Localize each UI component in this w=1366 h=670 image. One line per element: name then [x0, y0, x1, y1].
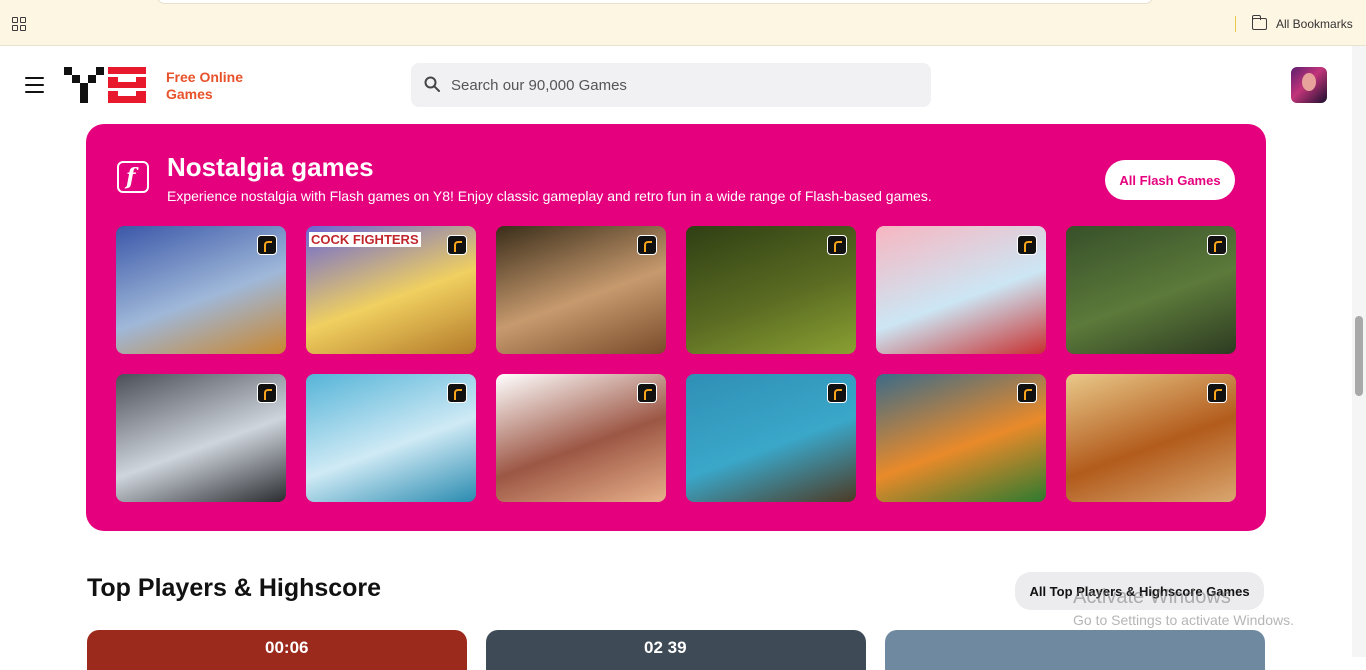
section-title: Nostalgia games — [167, 152, 374, 182]
game-thumbnail[interactable] — [686, 374, 856, 502]
search-input[interactable] — [451, 63, 911, 107]
user-avatar[interactable] — [1291, 67, 1327, 103]
flash-badge-icon — [447, 235, 467, 255]
apps-grid-icon[interactable] — [12, 17, 26, 31]
page-scrollbar[interactable] — [1352, 46, 1366, 657]
game-thumbnail[interactable] — [116, 226, 286, 354]
flash-badge-icon — [1017, 383, 1037, 403]
logo-tagline-line2: Games — [166, 86, 213, 102]
y8-logo[interactable] — [64, 67, 148, 103]
section-description: Experience nostalgia with Flash games on… — [167, 188, 932, 204]
all-top-players-button[interactable]: All Top Players & Highscore Games — [1015, 572, 1264, 610]
game-thumbnail[interactable] — [686, 226, 856, 354]
search-icon — [424, 76, 440, 92]
watermark-line2: Go to Settings to activate Windows. — [1073, 612, 1294, 628]
nostalgia-section: f Nostalgia games Experience nostalgia w… — [86, 124, 1266, 531]
highscore-game-card[interactable]: 02 39 — [486, 630, 866, 670]
flash-badge-icon — [257, 383, 277, 403]
menu-icon[interactable] — [25, 77, 44, 93]
flash-badge-icon — [1207, 383, 1227, 403]
flash-badge-icon — [637, 235, 657, 255]
site-header: Free Online Games — [0, 46, 1352, 124]
all-bookmarks-link[interactable]: All Bookmarks — [1276, 17, 1353, 31]
game-thumbnail[interactable] — [306, 374, 476, 502]
top-players-title: Top Players & Highscore — [87, 574, 382, 602]
game-thumbnail[interactable] — [496, 374, 666, 502]
all-flash-games-button[interactable]: All Flash Games — [1105, 160, 1235, 200]
scrollbar-thumb[interactable] — [1355, 316, 1363, 396]
flash-badge-icon — [827, 235, 847, 255]
address-bar-edge[interactable] — [156, 0, 1154, 4]
logo-tagline[interactable]: Free Online Games — [166, 69, 243, 103]
game-thumbnail[interactable]: COCK FIGHTERS — [306, 226, 476, 354]
highscore-card-text: 02 39 — [644, 638, 687, 657]
flash-badge-icon — [447, 383, 467, 403]
highscore-game-card[interactable] — [885, 630, 1265, 670]
bookmarks-divider — [1235, 16, 1236, 32]
game-thumbnail[interactable] — [116, 374, 286, 502]
game-thumbnail[interactable] — [876, 226, 1046, 354]
flash-badge-icon — [257, 235, 277, 255]
search-box[interactable] — [411, 63, 931, 107]
thumbnail-caption: COCK FIGHTERS — [309, 232, 421, 247]
folder-icon[interactable] — [1251, 15, 1267, 30]
bookmarks-bar: All Bookmarks — [0, 0, 1366, 46]
flash-badge-icon — [827, 383, 847, 403]
game-thumbnail[interactable] — [876, 374, 1046, 502]
highscore-card-text: 00:06 — [265, 638, 309, 657]
game-thumbnail[interactable] — [496, 226, 666, 354]
logo-tagline-line1: Free Online — [166, 69, 244, 85]
flash-icon: f — [117, 161, 149, 193]
game-thumbnail[interactable] — [1066, 226, 1236, 354]
flash-badge-icon — [1017, 235, 1037, 255]
flash-badge-icon — [637, 383, 657, 403]
highscore-game-card[interactable]: 00:06 — [87, 630, 467, 670]
game-thumbnail[interactable] — [1066, 374, 1236, 502]
flash-badge-icon — [1207, 235, 1227, 255]
